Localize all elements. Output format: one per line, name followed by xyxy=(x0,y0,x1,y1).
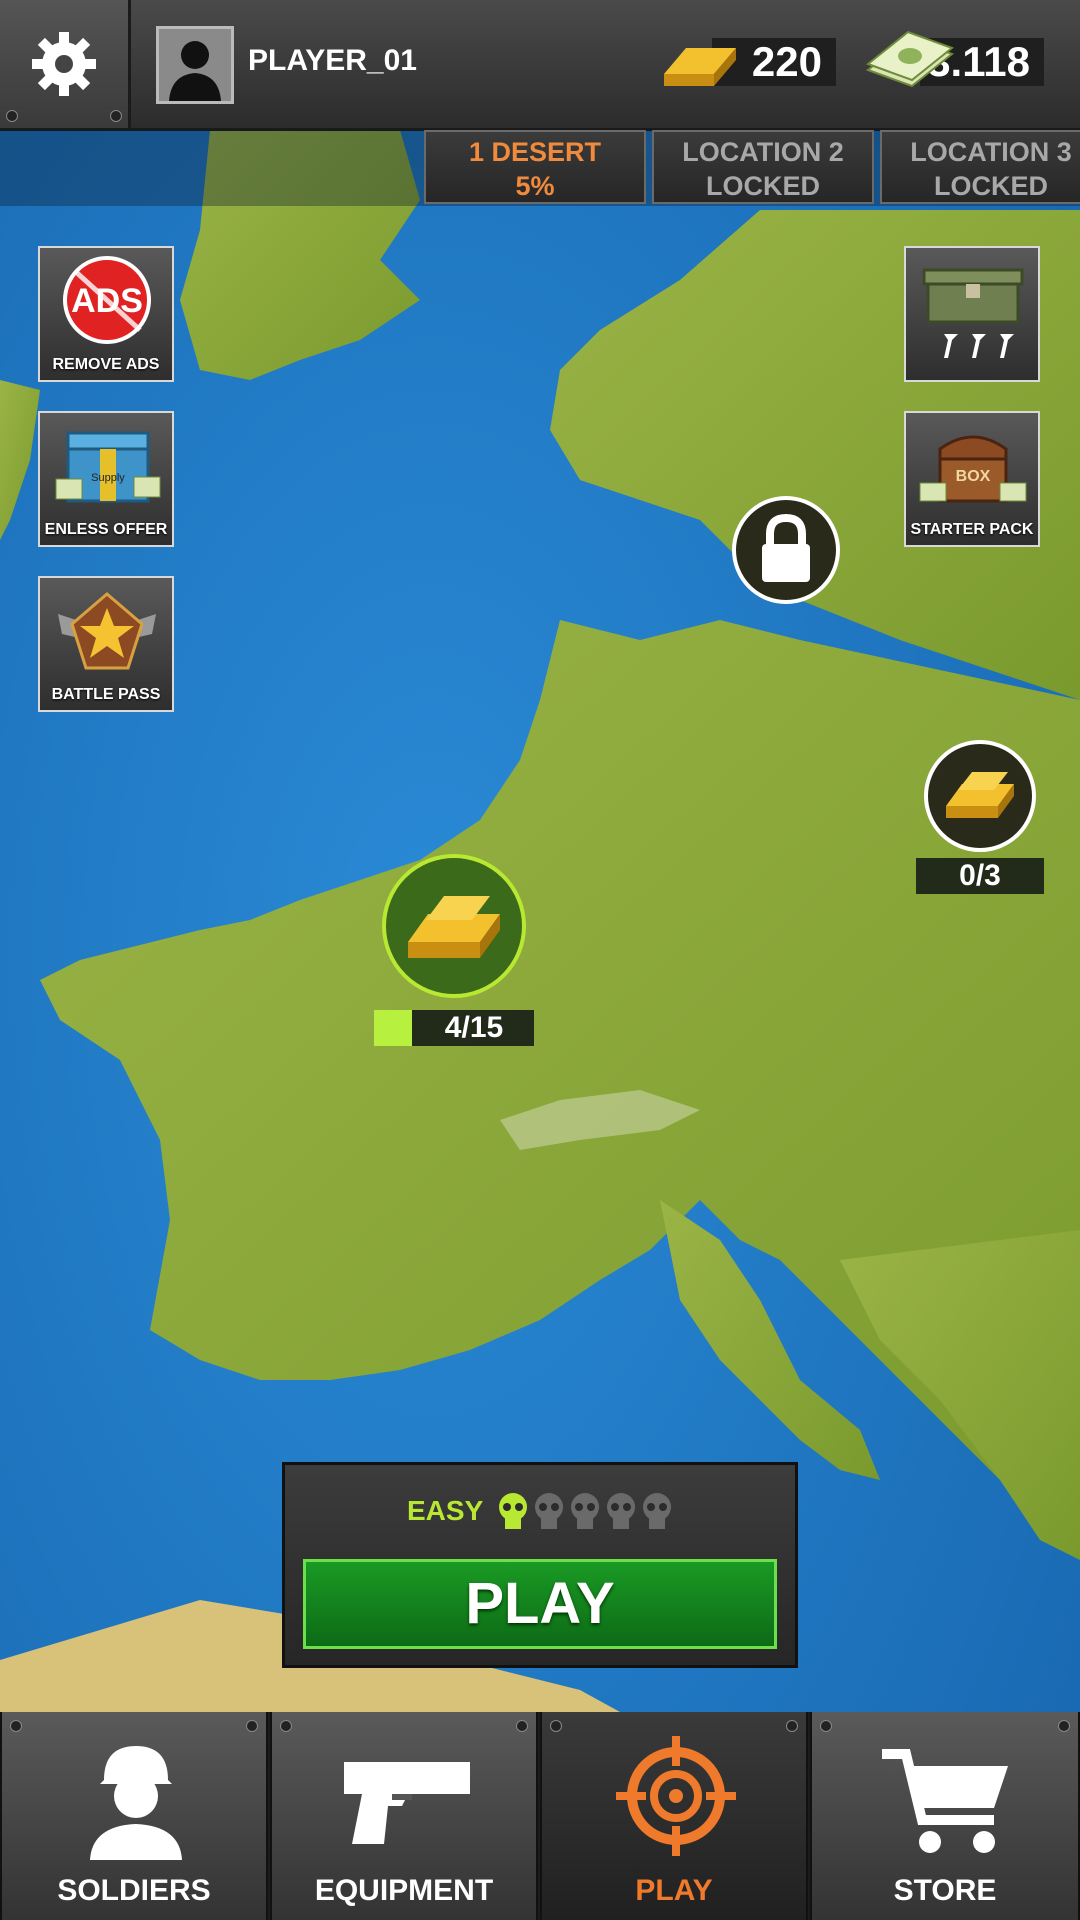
endless-offer-label: ENLESS OFFER xyxy=(44,521,168,538)
tab-location-2[interactable]: LOCATION 2 LOCKED xyxy=(652,130,874,204)
screw-decoration xyxy=(786,1720,798,1732)
screw-decoration xyxy=(1058,1720,1070,1732)
crosshair-icon xyxy=(616,1736,736,1856)
avatar[interactable] xyxy=(156,26,234,104)
gold-main-progress-fill xyxy=(374,1010,412,1046)
nav-store[interactable]: STORE xyxy=(810,1712,1080,1920)
gold-main-progress-box: 4/15 xyxy=(374,1010,534,1046)
screw-decoration xyxy=(280,1720,292,1732)
pistol-icon xyxy=(344,1762,470,1844)
tab-location-3[interactable]: LOCATION 3 LOCKED xyxy=(880,130,1080,204)
nav-label: PLAY xyxy=(635,1874,713,1907)
skull-icon xyxy=(499,1493,527,1529)
box-text: BOX xyxy=(956,468,991,485)
gold-bar-icon xyxy=(946,772,1014,818)
location-name: LOCATION 3 xyxy=(910,137,1072,167)
nav-label: EQUIPMENT xyxy=(314,1874,494,1907)
nav-label: STORE xyxy=(893,1874,997,1907)
remove-ads-button[interactable]: ADS REMOVE ADS xyxy=(38,246,174,382)
nav-label: SOLDIERS xyxy=(57,1874,211,1907)
remove-ads-label: REMOVE ADS xyxy=(52,356,160,373)
gold-mission-marker-east[interactable] xyxy=(924,740,1036,852)
supply-crate-button[interactable] xyxy=(904,246,1040,382)
settings-button[interactable] xyxy=(0,0,131,128)
play-panel: EASY PLAY xyxy=(282,1462,798,1668)
gold-mission-marker-main[interactable] xyxy=(382,854,526,998)
starter-pack-label: STARTER PACK xyxy=(910,521,1034,538)
gold-main-counter: 4/15 xyxy=(444,1011,504,1044)
gold-east-counter: 0/3 xyxy=(916,858,1044,894)
starter-pack-button[interactable]: BOX STARTER PACK xyxy=(904,411,1040,547)
nav-equipment[interactable]: EQUIPMENT xyxy=(270,1712,538,1920)
supply-text: Supply xyxy=(91,472,125,484)
treasure-chest-icon: BOX xyxy=(919,435,1027,503)
nav-soldiers[interactable]: SOLDIERS xyxy=(0,1712,268,1920)
ammo-crate-icon xyxy=(922,268,1024,358)
location-name: LOCATION 2 xyxy=(682,137,844,167)
gear-icon xyxy=(32,32,96,96)
gold-bar-icon xyxy=(664,48,736,86)
difficulty-skulls xyxy=(499,1493,671,1529)
cart-icon xyxy=(882,1749,1008,1853)
tab-location-1[interactable]: 1 DESERT 5% xyxy=(424,130,646,204)
screw-decoration xyxy=(820,1720,832,1732)
bottom-nav: SOLDIERS EQUIPMENT PLAY STORE xyxy=(0,1712,1080,1920)
soldier-icon xyxy=(90,1746,182,1860)
screw-decoration xyxy=(246,1720,258,1732)
screw-decoration xyxy=(110,110,122,122)
difficulty-label: EASY xyxy=(407,1495,484,1526)
battle-pass-button[interactable]: BATTLE PASS xyxy=(38,576,174,712)
location-progress: 5% xyxy=(515,171,555,201)
player-name: PLAYER_01 xyxy=(248,44,417,77)
screw-decoration xyxy=(550,1720,562,1732)
play-button[interactable]: PLAY xyxy=(303,1559,777,1649)
location-name: 1 DESERT xyxy=(468,137,602,167)
star-badge-icon xyxy=(58,592,156,670)
top-bar: PLAYER_01 220 3.118 xyxy=(0,0,1080,131)
battle-pass-label: BATTLE PASS xyxy=(51,686,161,703)
location-status: LOCKED xyxy=(706,171,820,201)
screw-decoration xyxy=(10,1720,22,1732)
no-ads-icon: ADS xyxy=(63,256,151,344)
locked-region-marker[interactable] xyxy=(732,496,840,604)
lock-icon xyxy=(762,513,810,582)
screw-decoration xyxy=(6,110,18,122)
cash-stack-icon xyxy=(865,30,955,88)
supply-box-icon: Supply xyxy=(55,431,161,503)
nav-play[interactable]: PLAY xyxy=(540,1712,808,1920)
gold-bar-icon xyxy=(408,896,500,958)
location-status: LOCKED xyxy=(934,171,1048,201)
skull-icon xyxy=(535,1493,671,1529)
endless-offer-button[interactable]: Supply ENLESS OFFER xyxy=(38,411,174,547)
player-silhouette-icon xyxy=(159,29,231,101)
screw-decoration xyxy=(516,1720,528,1732)
